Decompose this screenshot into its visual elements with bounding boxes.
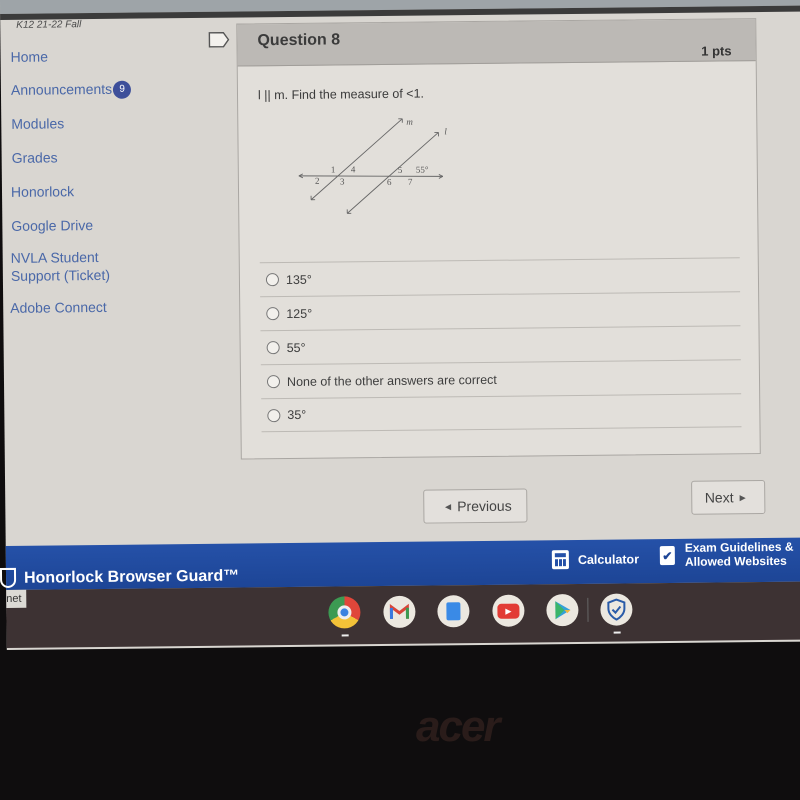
sidebar-item-google-drive[interactable]: Google Drive (2, 215, 202, 235)
line-label-l: l (444, 126, 447, 136)
play-store-icon[interactable] (546, 593, 579, 627)
sidebar-item-grades[interactable]: Grades (2, 147, 202, 167)
running-indicator (613, 631, 621, 634)
next-label: Next (704, 489, 734, 506)
answer-option[interactable]: 55° (260, 325, 741, 365)
radio-button[interactable] (267, 408, 281, 422)
running-indicator (341, 634, 349, 637)
shelf-divider (587, 597, 589, 622)
sidebar-item-announcements[interactable]: Announcements 9 (1, 79, 201, 100)
chromeos-shelf: ▶ (6, 581, 800, 648)
angle-label-5: 5 (398, 165, 403, 175)
sidebar-item-adobe-connect[interactable]: Adobe Connect (3, 297, 203, 317)
transversal-line (298, 175, 443, 177)
angle-label-1: 1 (331, 164, 336, 174)
honorlock-shield-icon (0, 567, 17, 589)
flag-question-icon[interactable] (208, 31, 230, 48)
honorlock-title: Honorlock Browser Guard™ (23, 567, 240, 587)
angle-label-4: 4 (351, 164, 356, 174)
radio-button[interactable] (266, 307, 280, 321)
calculator-label: Calculator (577, 551, 640, 567)
sidebar-item-modules[interactable]: Modules (1, 113, 201, 133)
answer-label: None of the other answers are correct (286, 372, 497, 389)
answer-label: 35° (287, 407, 307, 423)
gmail-icon[interactable] (383, 595, 416, 629)
answer-label: 125° (286, 306, 313, 321)
given-angle-label: 55° (416, 165, 429, 175)
calculator-button[interactable]: Calculator (551, 549, 640, 570)
sidebar-item-home[interactable]: Home (1, 46, 201, 66)
previous-label: Previous (457, 497, 512, 515)
calculator-icon (551, 550, 569, 570)
parallel-lines-figure: m l 1 2 3 4 5 6 7 55° (298, 117, 447, 214)
bezel-brand-logo: acer (416, 702, 501, 751)
question-card: Question 8 1 pts l || m. Find the measur… (236, 18, 761, 460)
answer-option[interactable]: 35° (261, 393, 742, 433)
sidebar-item-label: Announcements (10, 80, 113, 98)
answer-option[interactable]: None of the other answers are correct (260, 359, 742, 399)
docs-icon[interactable] (437, 595, 470, 628)
sidebar-item-nvla-support[interactable]: NVLA Student Support (Ticket) (3, 248, 133, 285)
line-label-m: m (406, 117, 413, 127)
caret-right-icon: ▶ (739, 492, 746, 502)
unread-badge: 9 (113, 80, 132, 100)
answer-label: 135° (285, 272, 312, 287)
answer-option[interactable]: 135° (259, 257, 741, 297)
question-prompt: l || m. Find the measure of <1. (257, 86, 425, 103)
guidelines-line-1: Exam Guidelines & (684, 539, 794, 555)
angle-label-7: 7 (408, 177, 413, 187)
caret-left-icon: ◀ (444, 501, 452, 511)
youtube-icon[interactable]: ▶ (492, 594, 525, 627)
sidebar-item-honorlock[interactable]: Honorlock (2, 181, 202, 201)
exam-guidelines-button[interactable]: ✔ Exam Guidelines & Allowed Websites (659, 539, 794, 569)
radio-button[interactable] (266, 375, 281, 389)
answer-option[interactable]: 125° (260, 291, 741, 331)
answer-list: 135° 125° 55° None of the other answers … (259, 257, 742, 433)
guidelines-line-2: Allowed Websites (684, 553, 787, 569)
angle-label-6: 6 (387, 177, 392, 187)
course-sidebar: Home Announcements 9 Modules Grades Honor… (0, 42, 203, 317)
radio-button[interactable] (266, 341, 280, 355)
tooltip-fragment: net (6, 589, 27, 608)
angle-label-3: 3 (340, 176, 345, 186)
course-label: K12 21-22 Fall (16, 19, 82, 31)
chrome-icon[interactable] (328, 596, 361, 637)
next-button[interactable]: Next ▶ (691, 480, 766, 515)
clipboard-check-icon: ✔ (659, 545, 675, 565)
radio-button[interactable] (265, 273, 280, 287)
question-points: 1 pts (701, 43, 732, 59)
screen: K12 21-22 Fall Home Announcements 9 Modul… (0, 0, 800, 650)
honorlock-app-icon[interactable] (600, 593, 633, 634)
previous-button[interactable]: ◀ Previous (423, 488, 528, 524)
line-m (310, 118, 403, 201)
angle-label-2: 2 (315, 176, 320, 186)
question-header: Question 8 1 pts (237, 19, 756, 67)
question-title: Question 8 (257, 31, 341, 50)
answer-label: 55° (286, 340, 306, 355)
